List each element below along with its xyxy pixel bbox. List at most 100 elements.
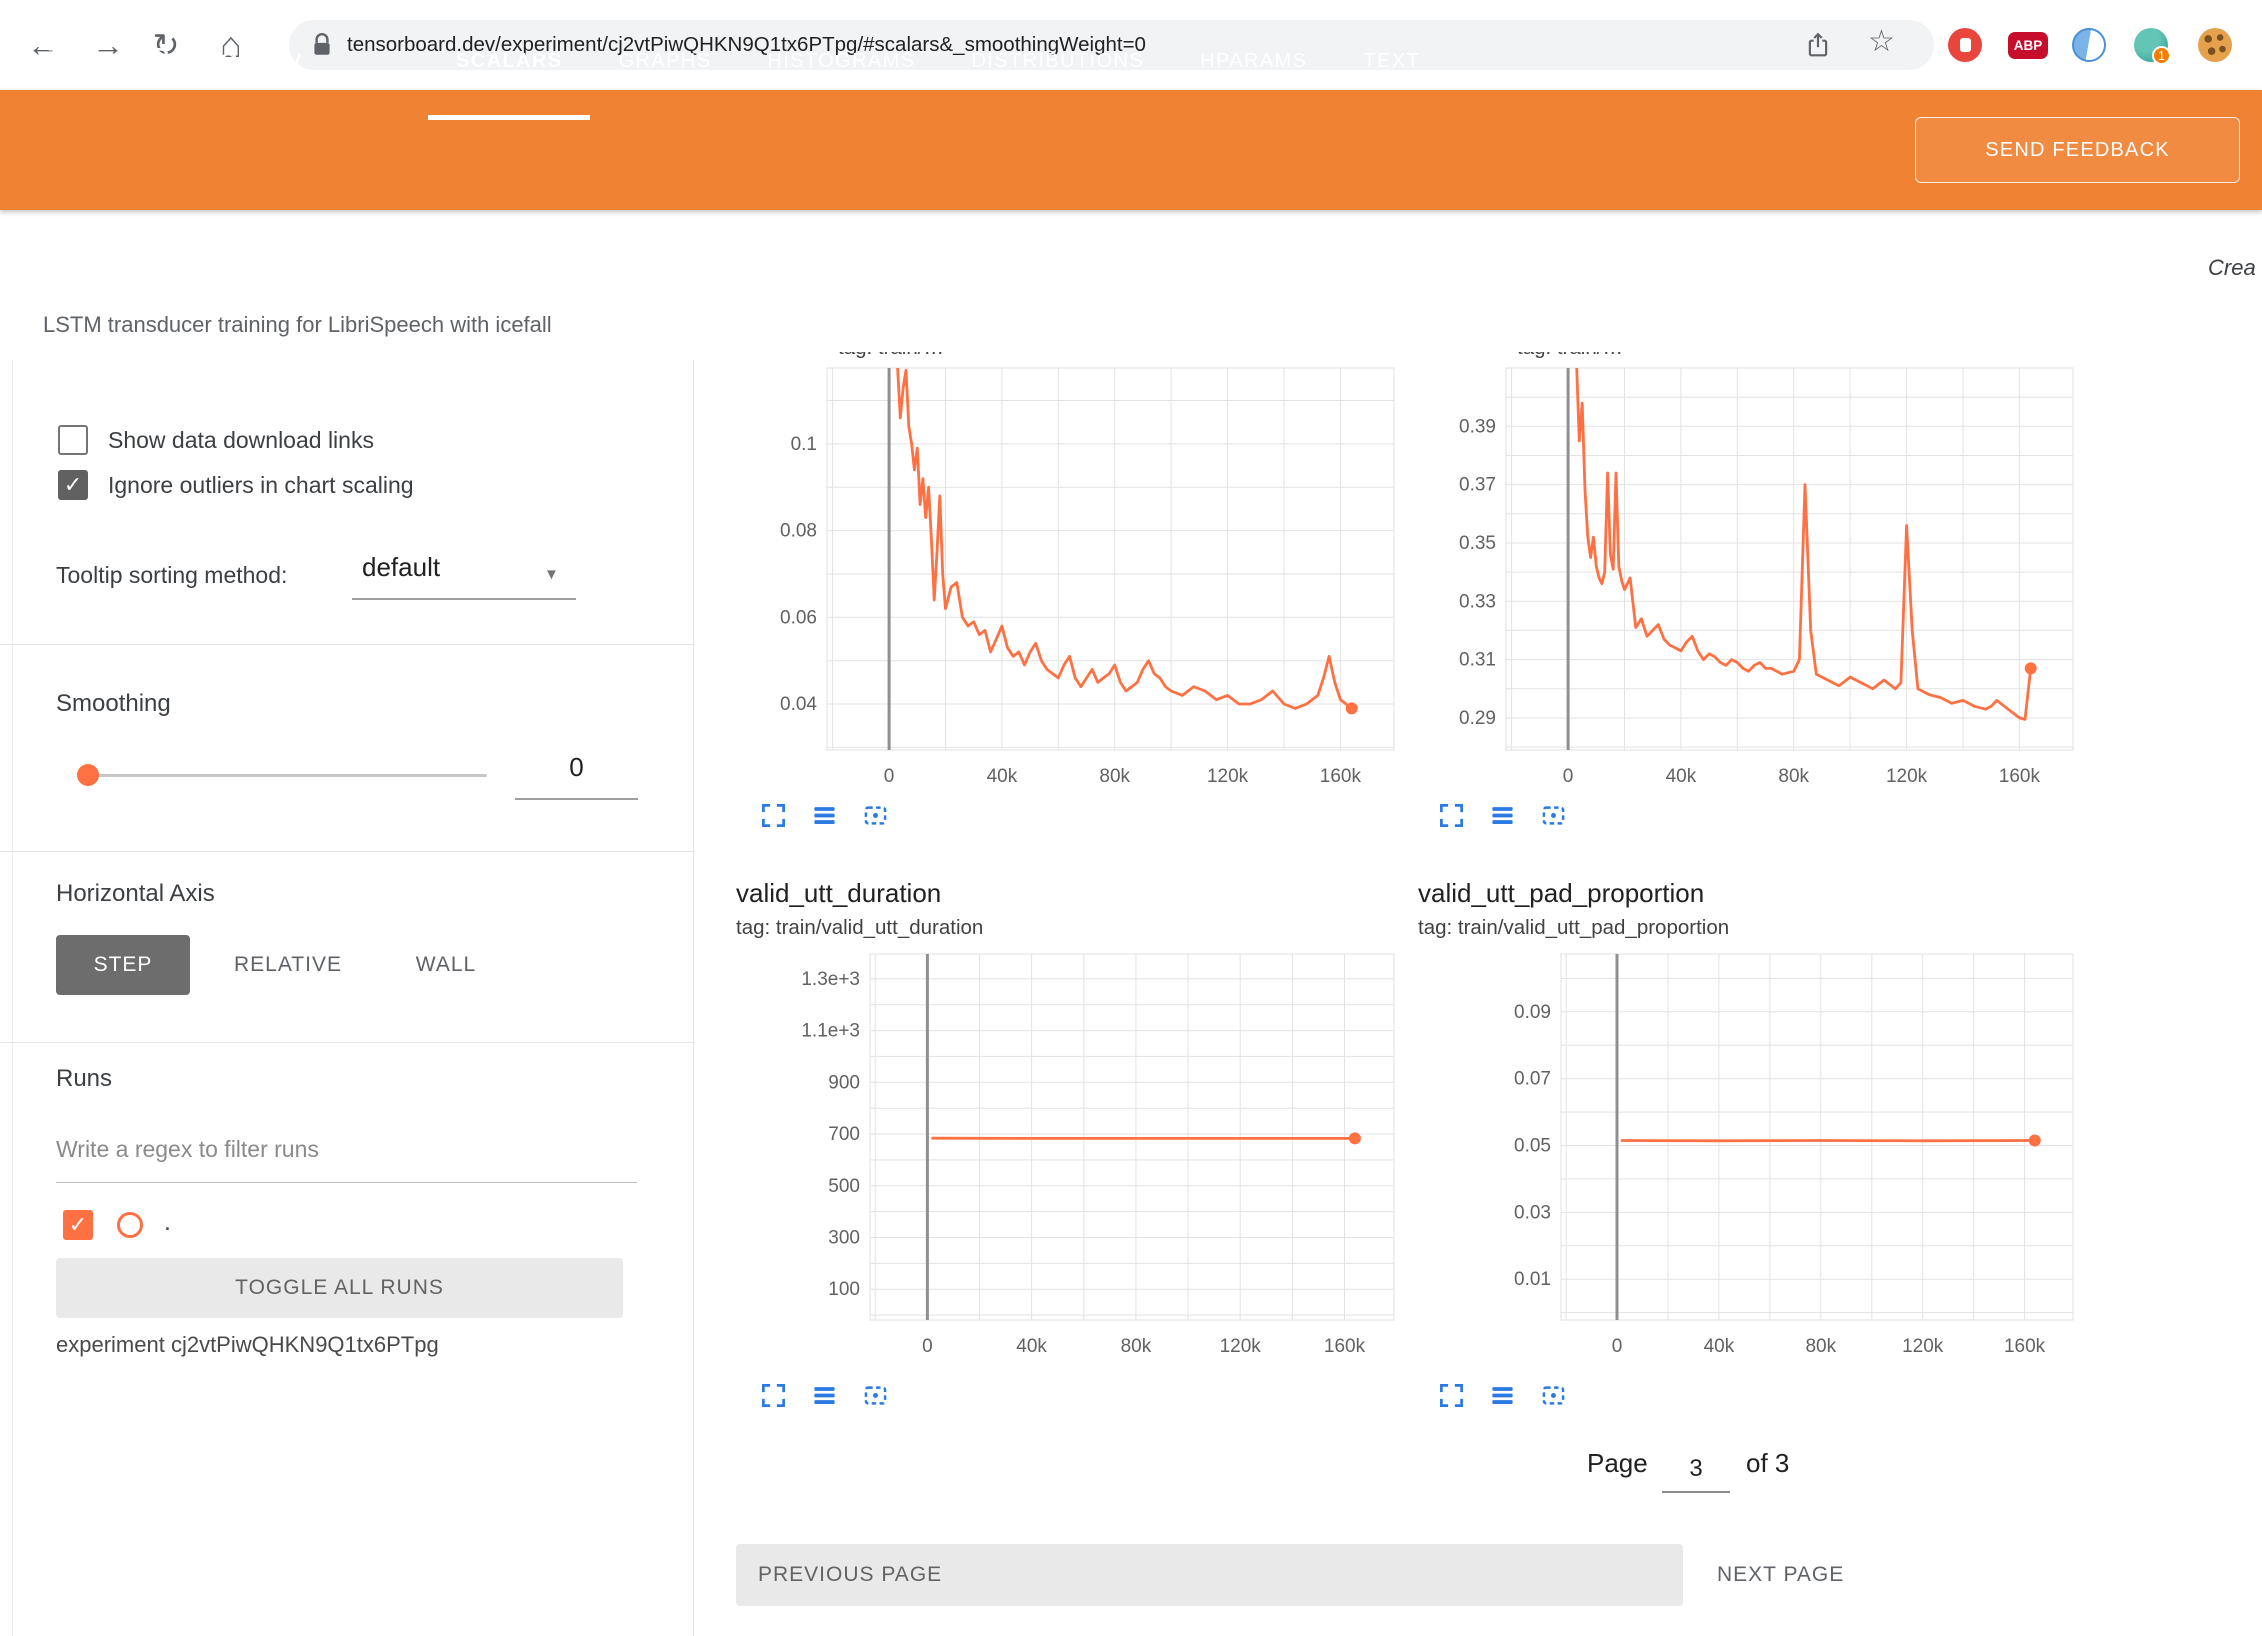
svg-text:80k: 80k <box>1121 1336 1152 1357</box>
divider <box>0 851 693 852</box>
fit-domain-icon[interactable] <box>862 1382 889 1409</box>
share-icon[interactable] <box>1805 32 1831 63</box>
svg-text:80k: 80k <box>1099 766 1130 787</box>
svg-text:300: 300 <box>828 1228 860 1249</box>
svg-text:0: 0 <box>922 1336 933 1357</box>
tab-scalars[interactable]: SCALARS <box>428 0 590 120</box>
svg-text:160k: 160k <box>1324 1336 1366 1357</box>
svg-text:80k: 80k <box>1805 1336 1836 1357</box>
smoothing-slider-track[interactable] <box>80 774 487 777</box>
svg-text:900: 900 <box>828 1072 860 1093</box>
sidebar-edge-line <box>12 360 13 1636</box>
created-text-truncated: Crea <box>2208 255 2262 281</box>
header-tabs: SCALARS GRAPHS HISTOGRAMS DISTRIBUTIONS … <box>428 0 1448 120</box>
page-label: Page <box>1587 1448 1648 1479</box>
svg-text:120k: 120k <box>1207 766 1249 787</box>
run-color-swatch[interactable] <box>117 1212 143 1238</box>
svg-text:100: 100 <box>828 1279 860 1300</box>
cookie-extension-icon[interactable] <box>2198 28 2232 62</box>
send-feedback-button[interactable]: SEND FEEDBACK <box>1915 117 2240 183</box>
svg-text:0.29: 0.29 <box>1459 708 1496 729</box>
svg-text:160k: 160k <box>2004 1336 2046 1357</box>
tooltip-sorting-underline <box>352 598 576 600</box>
sidebar-divider-vertical <box>693 360 694 1636</box>
svg-text:700: 700 <box>828 1124 860 1145</box>
abp-extension-icon[interactable]: ABP <box>2008 32 2048 59</box>
tooltip-sorting-select[interactable]: default <box>362 552 440 583</box>
axis-step-button[interactable]: STEP <box>56 935 190 995</box>
chart-title: valid_utt_duration <box>736 878 941 909</box>
tab-histograms[interactable]: HISTOGRAMS <box>739 0 943 120</box>
adblock-extension-icon[interactable] <box>1948 28 1982 62</box>
svg-text:0.06: 0.06 <box>780 607 817 628</box>
smoothing-value-input[interactable]: 0 <box>515 752 638 783</box>
experiment-description: LSTM transducer training for LibriSpeech… <box>43 312 552 338</box>
page-of-label: of 3 <box>1746 1448 1789 1479</box>
svg-text:120k: 120k <box>1886 766 1928 787</box>
data-lines-icon[interactable] <box>1489 802 1516 829</box>
svg-text:120k: 120k <box>1902 1336 1944 1357</box>
scalar-chart-top-right[interactable]: 0.290.310.330.350.370.39040k80k120k160k <box>1444 364 2081 796</box>
chart-tag-truncated: tag: train/… <box>1517 352 1937 364</box>
expand-icon[interactable] <box>760 1382 787 1409</box>
pie-extension-icon[interactable] <box>2072 28 2106 62</box>
app-root: ← → ↻ ⌂ tensorboard.dev/experiment/cj2vt… <box>0 0 2262 1636</box>
axis-relative-button[interactable]: RELATIVE <box>208 935 368 995</box>
fit-domain-icon[interactable] <box>862 802 889 829</box>
show-download-links-checkbox[interactable] <box>58 425 88 455</box>
data-lines-icon[interactable] <box>811 802 838 829</box>
expand-icon[interactable] <box>760 802 787 829</box>
smoothing-label: Smoothing <box>56 690 171 718</box>
expand-icon[interactable] <box>1438 802 1465 829</box>
page-number-input[interactable]: 3 <box>1662 1455 1730 1493</box>
svg-text:0.03: 0.03 <box>1514 1202 1551 1223</box>
svg-text:40k: 40k <box>1016 1336 1047 1357</box>
next-page-button[interactable]: NEXT PAGE <box>1717 1544 1844 1606</box>
fit-domain-icon[interactable] <box>1540 1382 1567 1409</box>
svg-text:0: 0 <box>884 766 895 787</box>
chart-tag: tag: train/valid_utt_pad_proportion <box>1418 916 1729 940</box>
data-lines-icon[interactable] <box>1489 1382 1516 1409</box>
chart-toolbar <box>1438 802 1567 829</box>
tab-graphs[interactable]: GRAPHS <box>590 0 739 120</box>
horizontal-axis-button-group: STEP RELATIVE WALL <box>56 935 506 995</box>
previous-page-button[interactable]: PREVIOUS PAGE <box>736 1544 1683 1606</box>
ignore-outliers-label: Ignore outliers in chart scaling <box>108 472 414 499</box>
check-icon: ✓ <box>64 472 82 498</box>
svg-text:120k: 120k <box>1220 1336 1262 1357</box>
tab-hparams[interactable]: HPARAMS <box>1172 0 1335 120</box>
svg-text:1.1e+3: 1.1e+3 <box>801 1021 860 1042</box>
svg-text:0.31: 0.31 <box>1459 650 1496 671</box>
svg-text:0.1: 0.1 <box>791 434 817 455</box>
brand-title: TensorBoard.dev <box>48 0 302 120</box>
runs-filter-input[interactable]: Write a regex to filter runs <box>56 1136 319 1163</box>
tab-text[interactable]: TEXT <box>1335 0 1448 120</box>
ignore-outliers-checkbox[interactable]: ✓ <box>58 470 88 500</box>
scalar-chart-valid-utt-duration[interactable]: 1003005007009001.1e+31.3e+3040k80k120k16… <box>767 950 1402 1366</box>
chart-toolbar <box>760 1382 889 1409</box>
scalar-chart-top-left[interactable]: 0.040.060.080.1040k80k120k160k <box>765 364 1402 796</box>
chevron-down-icon[interactable]: ▼ <box>544 566 559 583</box>
show-download-links-label: Show data download links <box>108 427 374 454</box>
svg-text:0.04: 0.04 <box>780 694 817 715</box>
check-icon: ✓ <box>69 1212 87 1238</box>
svg-text:0.05: 0.05 <box>1514 1136 1551 1157</box>
expand-icon[interactable] <box>1438 1382 1465 1409</box>
tooltip-sorting-label: Tooltip sorting method: <box>56 562 287 589</box>
lock-icon <box>311 32 333 58</box>
experiment-id-label: experiment cj2vtPiwQHKN9Q1tx6PTpg <box>56 1332 439 1358</box>
svg-text:0.08: 0.08 <box>780 521 817 542</box>
bookmark-star-icon[interactable]: ☆ <box>1868 24 1895 59</box>
profile-avatar[interactable]: 1 <box>2134 28 2168 62</box>
run-checkbox[interactable]: ✓ <box>63 1210 93 1240</box>
toggle-all-runs-button[interactable]: TOGGLE ALL RUNS <box>56 1258 623 1318</box>
smoothing-slider-thumb[interactable] <box>77 764 99 786</box>
scalar-chart-valid-utt-pad-proportion[interactable]: 0.010.030.050.070.09040k80k120k160k <box>1451 950 2081 1366</box>
data-lines-icon[interactable] <box>811 1382 838 1409</box>
svg-text:0.07: 0.07 <box>1514 1069 1551 1090</box>
fit-domain-icon[interactable] <box>1540 802 1567 829</box>
tab-distributions[interactable]: DISTRIBUTIONS <box>943 0 1172 120</box>
runs-filter-underline <box>56 1182 637 1183</box>
axis-wall-button[interactable]: WALL <box>386 935 506 995</box>
chart-tag-truncated: tag: train/… <box>838 352 1258 364</box>
